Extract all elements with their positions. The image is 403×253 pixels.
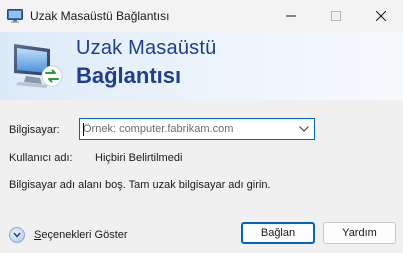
chevron-down-icon <box>299 126 309 132</box>
help-button[interactable]: Yardım <box>323 222 396 244</box>
banner: Uzak Masaüstü Bağlantısı <box>0 32 403 100</box>
computer-dropdown-button[interactable] <box>294 119 314 139</box>
window-title: Uzak Masaüstü Bağlantısı <box>30 9 170 23</box>
close-icon <box>375 11 386 21</box>
expand-circle-icon <box>9 227 25 243</box>
title-bar[interactable]: Uzak Masaüstü Bağlantısı <box>0 0 403 32</box>
status-message: Bilgisayar adı alanı boş. Tam uzak bilgi… <box>9 179 271 191</box>
remote-desktop-window: Uzak Masaüstü Bağlantısı Uzak Masaüstü B… <box>0 0 403 253</box>
banner-title-line2: Bağlantısı <box>76 63 182 88</box>
show-options-label: Seçenekleri Göster <box>34 229 128 241</box>
username-value: Hiçbiri Belirtilmedi <box>95 152 183 164</box>
computer-label: Bilgisayar: <box>9 124 60 136</box>
close-button[interactable] <box>358 0 403 32</box>
maximize-icon <box>330 11 341 21</box>
remote-desktop-icon <box>7 9 23 23</box>
computer-combobox[interactable] <box>79 118 315 140</box>
username-label: Kullanıcı adı: <box>9 152 73 164</box>
minimize-icon <box>285 15 296 17</box>
chevron-down-icon <box>13 232 21 238</box>
show-options-toggle[interactable]: Seçenekleri Göster <box>9 226 128 244</box>
minimize-button[interactable] <box>268 0 313 32</box>
text-cursor <box>83 123 84 136</box>
computer-input[interactable] <box>83 121 283 137</box>
maximize-button[interactable] <box>313 0 358 32</box>
connect-button[interactable]: Bağlan <box>241 222 315 244</box>
options-label-rest: eçenekleri Göster <box>41 229 128 241</box>
remote-desktop-logo-icon <box>14 44 63 88</box>
banner-title-line1: Uzak Masaüstü <box>76 37 217 59</box>
